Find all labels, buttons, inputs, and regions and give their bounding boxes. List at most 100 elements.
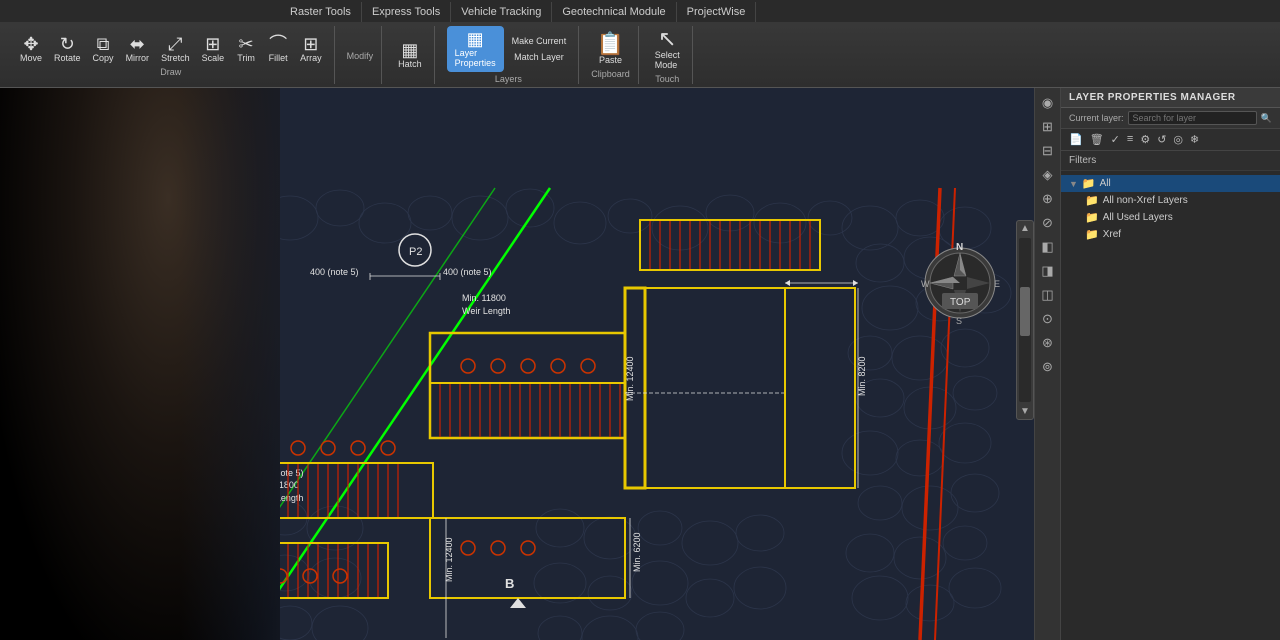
freeze-btn[interactable]: ❄ xyxy=(1188,132,1201,147)
tab-geotechnical[interactable]: Geotechnical Module xyxy=(552,2,676,22)
touch-group-label: Touch xyxy=(655,74,679,84)
hatch-button[interactable]: ▦Hatch xyxy=(394,39,426,71)
ribbon-group-draw: ✥Move ↻Rotate ⧉Copy ⬌Mirror ⤢Stretch ⊞Sc… xyxy=(8,26,335,84)
sidebar-icon-12[interactable]: ⊚ xyxy=(1037,356,1059,378)
tree-item-label: All xyxy=(1100,178,1111,189)
sidebar-icon-4[interactable]: ◈ xyxy=(1037,164,1059,186)
tab-raster-tools[interactable]: Raster Tools xyxy=(280,2,362,22)
person-silhouette xyxy=(0,88,280,640)
layer-toolbar: 📄 🗑 ✓ ≡ ⚙ ↺ ◎ ❄ xyxy=(1061,129,1280,151)
svg-text:TOP: TOP xyxy=(950,297,971,308)
tab-express-tools[interactable]: Express Tools xyxy=(362,2,451,22)
ribbon-group-modify: Modify xyxy=(339,26,383,84)
folder-icon: 📁 xyxy=(1085,194,1099,207)
ribbon-content: ✥Move ↻Rotate ⧉Copy ⬌Mirror ⤢Stretch ⊞Sc… xyxy=(0,22,1280,88)
tree-item-used[interactable]: 📁 All Used Layers xyxy=(1061,209,1280,226)
array-button[interactable]: ⊞Array xyxy=(296,33,326,65)
svg-text:Min. 8200: Min. 8200 xyxy=(857,356,867,396)
tree-item-all[interactable]: ▼ 📁 All xyxy=(1061,175,1280,192)
layer-tree: ▼ 📁 All 📁 All non-Xref Layers 📁 All Used… xyxy=(1061,171,1280,640)
svg-text:400 (note 5): 400 (note 5) xyxy=(310,267,359,277)
cad-area[interactable]: P2 400 (note 5) 400 (note 5) Min. 11800 … xyxy=(0,88,1060,640)
svg-text:S: S xyxy=(956,316,962,326)
modify-group-label: Modify xyxy=(347,51,374,61)
fillet-button[interactable]: ⌒Fillet xyxy=(264,33,292,65)
sidebar-icon-2[interactable]: ⊞ xyxy=(1037,116,1059,138)
trim-button[interactable]: ✂Trim xyxy=(232,33,260,65)
sidebar-icon-6[interactable]: ⊘ xyxy=(1037,212,1059,234)
svg-text:Min. 12400: Min. 12400 xyxy=(444,537,454,582)
sidebar-icon-10[interactable]: ⊙ xyxy=(1037,308,1059,330)
clipboard-group-label: Clipboard xyxy=(591,69,630,79)
expand-arrow: ▼ xyxy=(1069,179,1078,189)
svg-text:P2: P2 xyxy=(409,246,422,258)
rotate-button[interactable]: ↻Rotate xyxy=(50,33,85,65)
new-layer-btn[interactable]: 📄 xyxy=(1067,132,1085,147)
current-layer-label: Current layer: xyxy=(1069,113,1124,123)
match-layer-button[interactable]: Match Layer xyxy=(508,50,571,64)
folder-icon: 📁 xyxy=(1082,177,1096,190)
sidebar-icon-panel: ◉ ⊞ ⊟ ◈ ⊕ ⊘ ◧ ◨ ◫ ⊙ ⊛ ⊚ xyxy=(1034,88,1060,640)
move-button[interactable]: ✥Move xyxy=(16,33,46,65)
sidebar-icon-1[interactable]: ◉ xyxy=(1037,92,1059,114)
current-layer-row: Current layer: 🔍 xyxy=(1061,108,1280,129)
ribbon-group-clipboard: 📋Paste Clipboard xyxy=(583,26,639,84)
tree-item-non-xref[interactable]: 📁 All non-Xref Layers xyxy=(1061,192,1280,209)
paste-button[interactable]: 📋Paste xyxy=(593,31,628,67)
tree-item-xref[interactable]: 📁 Xref xyxy=(1061,226,1280,243)
tree-item-label: All Used Layers xyxy=(1103,212,1173,223)
mirror-button[interactable]: ⬌Mirror xyxy=(122,33,154,65)
svg-text:E: E xyxy=(994,279,1000,289)
svg-text:400 (note 5): 400 (note 5) xyxy=(443,267,492,277)
svg-text:N: N xyxy=(956,242,963,253)
refresh-btn[interactable]: ↺ xyxy=(1155,132,1168,147)
search-icon[interactable]: 🔍 xyxy=(1261,113,1272,124)
ribbon-draw-buttons: ✥Move ↻Rotate ⧉Copy ⬌Mirror ⤢Stretch ⊞Sc… xyxy=(16,33,326,65)
scroll-track xyxy=(1019,238,1031,402)
ribbon-group-touch: ↖SelectMode Touch xyxy=(643,26,693,84)
sidebar-icon-7[interactable]: ◧ xyxy=(1037,236,1059,258)
layer-properties-button[interactable]: ▦LayerProperties xyxy=(447,26,504,72)
scroll-down-btn[interactable]: ▼ xyxy=(1017,404,1033,419)
layer-properties-panel: LAYER PROPERTIES MANAGER Current layer: … xyxy=(1060,88,1280,640)
layer-panel-title: LAYER PROPERTIES MANAGER xyxy=(1061,88,1280,108)
select-mode-button[interactable]: ↖SelectMode xyxy=(651,26,684,72)
sidebar-icon-11[interactable]: ⊛ xyxy=(1037,332,1059,354)
ribbon-group-hatch: ▦Hatch xyxy=(386,26,435,84)
svg-text:Min. 6200: Min. 6200 xyxy=(632,532,642,572)
svg-text:Min. 12400: Min. 12400 xyxy=(625,356,635,401)
folder-icon: 📁 xyxy=(1085,228,1099,241)
sidebar-icon-8[interactable]: ◨ xyxy=(1037,260,1059,282)
show-filters-btn[interactable]: ≡ xyxy=(1125,132,1135,147)
ribbon-tabs: Raster Tools Express Tools Vehicle Track… xyxy=(0,0,1280,22)
svg-text:Min. 11800: Min. 11800 xyxy=(462,293,506,303)
svg-text:W: W xyxy=(921,279,930,289)
scale-button[interactable]: ⊞Scale xyxy=(198,33,229,65)
sidebar-icon-9[interactable]: ◫ xyxy=(1037,284,1059,306)
filters-section-label: Filters xyxy=(1061,151,1280,171)
folder-icon: 📁 xyxy=(1085,211,1099,224)
copy-button[interactable]: ⧉Copy xyxy=(89,33,118,65)
layers-group-label: Layers xyxy=(495,74,522,84)
delete-layer-btn[interactable]: 🗑 xyxy=(1088,132,1106,147)
svg-text:B: B xyxy=(505,576,514,591)
ribbon-group-layers: ▦LayerProperties Make Current Match Laye… xyxy=(439,26,580,84)
scroll-thumb[interactable] xyxy=(1020,287,1030,336)
tree-item-label: Xref xyxy=(1103,229,1121,240)
settings-btn[interactable]: ⚙ xyxy=(1138,132,1152,147)
svg-text:Weir Length: Weir Length xyxy=(462,306,510,316)
make-current-button[interactable]: Make Current xyxy=(508,34,571,48)
tab-vehicle-tracking[interactable]: Vehicle Tracking xyxy=(451,2,552,22)
tree-item-label: All non-Xref Layers xyxy=(1103,195,1188,206)
tab-projectwise[interactable]: ProjectWise xyxy=(677,2,757,22)
scroll-up-btn[interactable]: ▲ xyxy=(1017,221,1033,236)
set-current-btn[interactable]: ✓ xyxy=(1109,132,1122,147)
mini-scrollbar[interactable]: ▲ ▼ xyxy=(1016,220,1034,420)
isolate-btn[interactable]: ◎ xyxy=(1171,132,1185,147)
draw-group-label: Draw xyxy=(160,67,181,77)
layer-search-input[interactable] xyxy=(1128,111,1257,125)
ribbon: Raster Tools Express Tools Vehicle Track… xyxy=(0,0,1280,88)
stretch-button[interactable]: ⤢Stretch xyxy=(157,33,194,65)
sidebar-icon-5[interactable]: ⊕ xyxy=(1037,188,1059,210)
sidebar-icon-3[interactable]: ⊟ xyxy=(1037,140,1059,162)
